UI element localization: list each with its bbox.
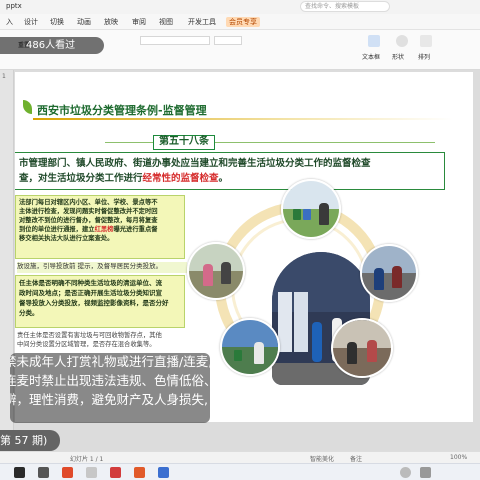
menu-item-design[interactable]: 设计 bbox=[24, 17, 38, 27]
article-heading: 第五十八条 bbox=[153, 135, 215, 150]
photo-left bbox=[187, 242, 245, 300]
para4-line: 中间分类设置分区域管理，是否存在混合收集等。 bbox=[17, 341, 156, 348]
menu-item-member[interactable]: 会员专享 bbox=[226, 17, 260, 27]
photo-top bbox=[281, 179, 341, 239]
photo-bottom-left bbox=[220, 318, 280, 376]
photo-bottom-right bbox=[331, 318, 393, 378]
textbox-label: 文本框 bbox=[362, 54, 381, 61]
menu-item-view[interactable]: 视图 bbox=[159, 17, 173, 27]
file-name: pptx bbox=[6, 2, 22, 10]
app-icon[interactable] bbox=[62, 467, 73, 478]
red-black-list-highlight: 红黑榜 bbox=[94, 226, 114, 233]
browser-icon[interactable] bbox=[158, 467, 169, 478]
photo-right bbox=[360, 244, 418, 302]
status-bar: 幻灯片 1 / 1 智能美化 备注 100% bbox=[0, 451, 480, 463]
box1-line: 主体进行检查，发现问题实时督促整改并不定时回 bbox=[19, 208, 158, 215]
intro-line-1: 市管理部门、镇人民政府、街道办事处应当建立和完善生活垃圾分类工作的监督检查 bbox=[19, 158, 371, 169]
font-size-select[interactable] bbox=[214, 36, 242, 45]
menu-item-review[interactable]: 审阅 bbox=[132, 17, 146, 27]
taskbar bbox=[0, 463, 480, 480]
menu-item-animation[interactable]: 动画 bbox=[77, 17, 91, 27]
para4-line: 责任主体是否设置有害垃圾与可回收物暂存点，其他 bbox=[17, 332, 162, 339]
arrange-icon[interactable] bbox=[420, 35, 432, 47]
notice-line-2: 连麦时禁止出现违法违规、色情低俗、 bbox=[10, 373, 210, 388]
menu-bar: 入 设计 切换 动画 放映 审阅 视图 开发工具 会员专享 bbox=[0, 14, 480, 30]
box2-line: 政时间及地点；是否正确开展生活垃圾分类知识宣 bbox=[19, 289, 162, 297]
box1-line: 法部门每日对辖区内小区、单位、学校、景点等不 bbox=[19, 199, 158, 206]
storage-paragraph: 责任主体是否设置有害垃圾与可回收物暂存点，其他 中间分类设置分区域管理，是否存在… bbox=[17, 331, 187, 349]
shape-label: 形状 bbox=[392, 54, 405, 61]
notice-line-1: 禁未成年人打赏礼物或进行直播/连麦, bbox=[10, 354, 210, 369]
presentation-icon[interactable] bbox=[134, 467, 145, 478]
format-buttons bbox=[140, 50, 242, 59]
app-window: pptx 查找命令、搜索模板 入 设计 切换 动画 放映 审阅 视图 开发工具 … bbox=[0, 0, 480, 480]
font-select[interactable] bbox=[140, 36, 210, 45]
start-icon[interactable] bbox=[14, 467, 25, 478]
folder-icon[interactable] bbox=[86, 467, 97, 478]
slide-count: 幻灯片 1 / 1 bbox=[70, 456, 104, 463]
inspection-box: 法部门每日对辖区内小区、单位、学校、景点等不 主体进行检查，发现问题实时督促整改… bbox=[15, 195, 185, 259]
title-underline bbox=[33, 118, 453, 120]
title-bar: pptx 查找命令、搜索模板 bbox=[0, 0, 480, 14]
live-chat-notice: 禁未成年人打赏礼物或进行直播/连麦, 连麦时禁止出现违法违规、色情低俗、 辨，理… bbox=[10, 353, 210, 423]
box2-line: 督导投放入分类投放，视频监控影像资料，是否分好 bbox=[19, 299, 169, 307]
notice-line-3: 辨，理性消费，避免财产及人身损失, bbox=[10, 392, 208, 407]
search-input[interactable]: 查找命令、搜索模板 bbox=[300, 1, 390, 12]
intro-highlight: 经常性的监督检查 bbox=[142, 173, 219, 184]
box1-line: 到位的单位进行通报，建立红黑榜曝光进行重点督 bbox=[19, 226, 158, 233]
intro-box: 市管理部门、镇人民政府、街道办事处应当建立和完善生活垃圾分类工作的监督检查 查，… bbox=[15, 152, 445, 190]
notes-button[interactable]: 备注 bbox=[350, 454, 362, 463]
slide-title: 西安市垃圾分类管理条例-监督管理 bbox=[37, 104, 207, 117]
task-view-icon[interactable] bbox=[38, 467, 49, 478]
leaf-icon bbox=[23, 100, 32, 114]
zoom-level[interactable]: 100% bbox=[450, 454, 467, 461]
box2-line: 分类。 bbox=[19, 309, 39, 317]
guidance-line: 放设施，引导投放前 提示，及督导居民分类投放。 bbox=[17, 262, 187, 273]
responsibility-box: 任主体是否明确不同种类生活垃圾的清运单位、流 政时间及地点；是否正确开展生活垃圾… bbox=[15, 275, 185, 328]
menu-item-developer[interactable]: 开发工具 bbox=[188, 17, 216, 27]
menu-item-transition[interactable]: 切换 bbox=[50, 17, 64, 27]
textbox-icon[interactable] bbox=[368, 35, 380, 47]
box2-line: 任主体是否明确不同种类生活垃圾的清运单位、流 bbox=[19, 279, 162, 287]
box1-line: 移交相关执法大队进行立案查处。 bbox=[19, 235, 114, 242]
intro-line-2-post: 。 bbox=[218, 173, 229, 184]
menu-item-slideshow[interactable]: 放映 bbox=[104, 17, 118, 27]
shape-icon[interactable] bbox=[396, 35, 408, 47]
paragraph-buttons bbox=[250, 36, 310, 45]
volume-icon[interactable] bbox=[420, 467, 431, 478]
box1-line: 对整改不到位的进行督办，督促整改，每月将复查 bbox=[19, 217, 158, 224]
intro-line-2-pre: 查，对生活垃圾分类工作进行 bbox=[19, 173, 143, 184]
viewer-count-badge: 486人看过 bbox=[0, 37, 104, 54]
tray-icon[interactable] bbox=[400, 467, 411, 478]
menu-item-insert[interactable]: 入 bbox=[6, 17, 13, 27]
slide-number: 1 bbox=[2, 73, 6, 80]
arrange-label: 排列 bbox=[418, 54, 431, 61]
smart-beautify-button[interactable]: 智能美化 bbox=[310, 454, 334, 463]
intro-line-2: 查，对生活垃圾分类工作进行经常性的监督检查。 bbox=[19, 171, 440, 186]
wps-icon[interactable] bbox=[110, 467, 121, 478]
episode-badge: 第 57 期) bbox=[0, 430, 60, 451]
